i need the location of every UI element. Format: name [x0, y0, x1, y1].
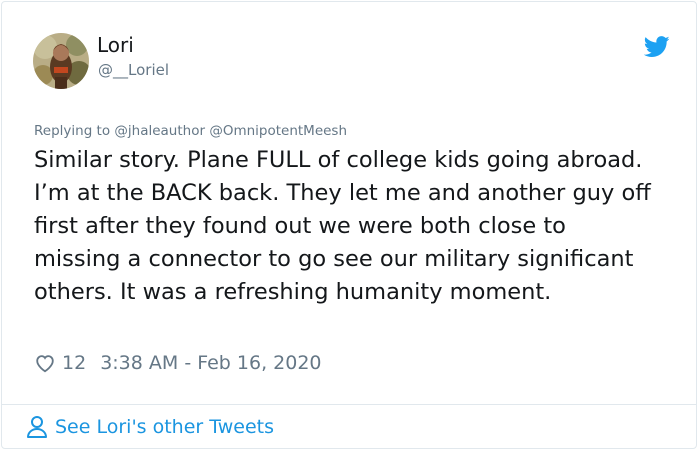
replying-to: Replying to @jhaleauthor @OmnipotentMees… — [34, 123, 348, 139]
timestamp[interactable]: 3:38 AM - Feb 16, 2020 — [100, 352, 321, 374]
user-handle[interactable]: @__Loriel — [98, 61, 169, 79]
heart-icon[interactable] — [34, 352, 56, 374]
tweet-card: Lori @__Loriel Replying to @jhaleauthor … — [1, 1, 697, 449]
twitter-bird-icon[interactable] — [644, 36, 670, 58]
tweet-meta: 12 3:38 AM - Feb 16, 2020 — [34, 352, 322, 374]
tweet-text: Similar story. Plane FULL of college kid… — [34, 147, 651, 305]
see-other-tweets-label[interactable]: See Lori's other Tweets — [55, 416, 274, 438]
divider — [2, 404, 696, 405]
avatar-image — [33, 33, 89, 89]
avatar[interactable] — [33, 33, 89, 89]
person-icon — [27, 416, 47, 438]
display-name[interactable]: Lori — [97, 33, 134, 57]
like-count[interactable]: 12 — [62, 352, 86, 374]
see-other-tweets-link[interactable]: See Lori's other Tweets — [26, 415, 274, 439]
